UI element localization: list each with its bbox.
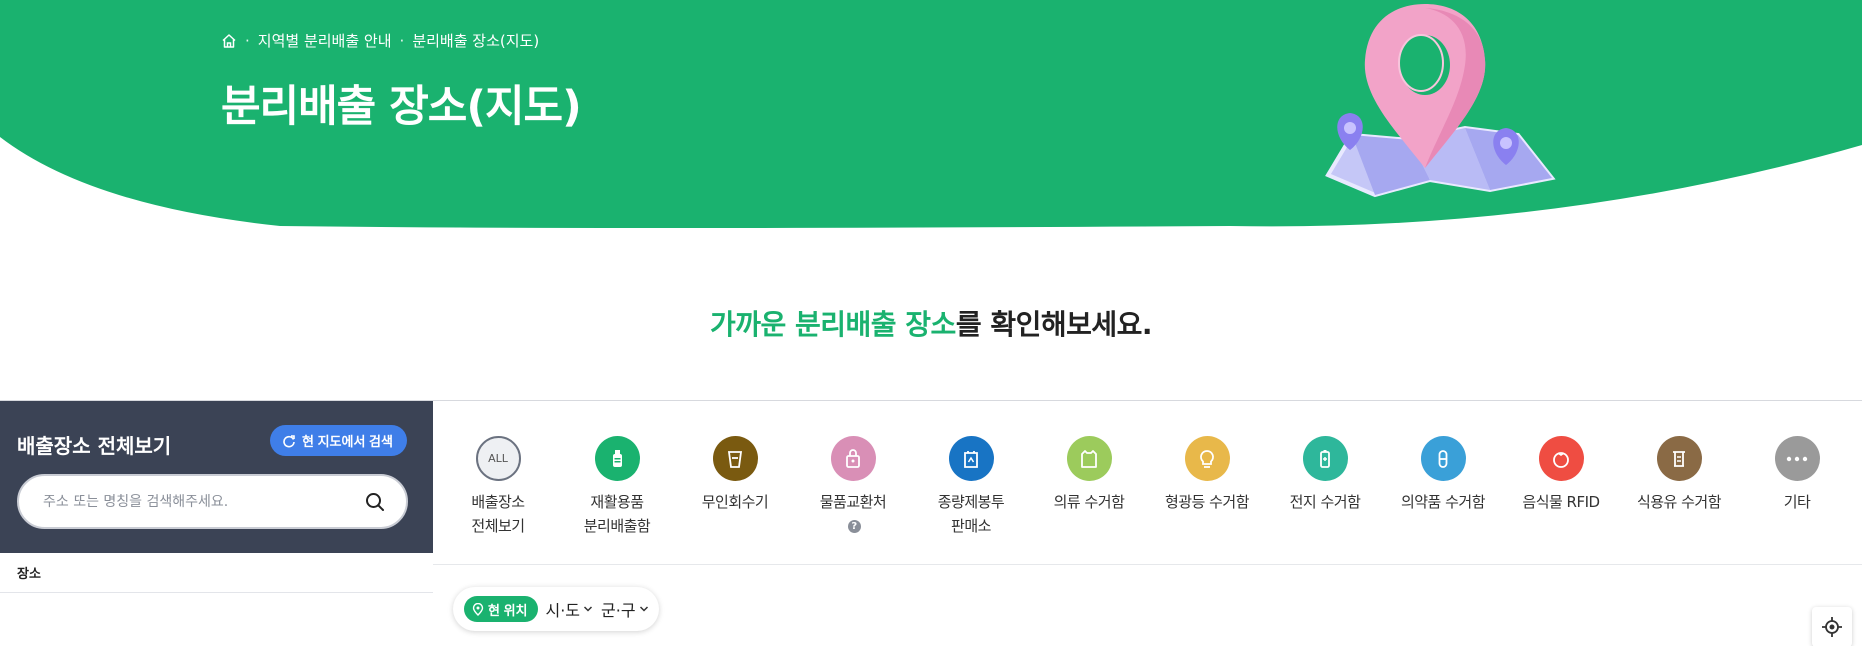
- tomato-icon: [1538, 436, 1584, 481]
- panel-title: 배출장소 전체보기: [17, 434, 172, 458]
- category-label: 전체보기: [471, 517, 525, 535]
- category-label: 음식물 RFID: [1522, 493, 1600, 511]
- chevron-down-icon: [639, 606, 648, 612]
- search-current-map-button[interactable]: 현 지도에서 검색: [270, 425, 407, 456]
- headline-rest: 를 확인해보세요.: [955, 308, 1153, 341]
- category-exchange[interactable]: 물품교환처?: [794, 436, 912, 538]
- refresh-icon: [283, 434, 295, 447]
- crosshair-icon: [1822, 617, 1842, 637]
- battery-icon: [1302, 436, 1348, 481]
- category-label: 식용유 수거함: [1636, 493, 1722, 511]
- category-medicine[interactable]: 의약품 수거함: [1384, 436, 1502, 514]
- category-oil[interactable]: 식용유 수거함: [1620, 436, 1738, 514]
- oil-icon: [1656, 436, 1702, 481]
- pill-icon: [1420, 436, 1466, 481]
- district-select[interactable]: 군·구: [601, 597, 649, 621]
- hero-banner: · 지역별 분리배출 안내 · 분리배출 장소(지도) 분리배출 장소(지도): [0, 0, 1862, 240]
- bag-icon: [830, 436, 876, 481]
- category-etc[interactable]: 기타: [1738, 436, 1856, 514]
- category-label: 의약품 수거함: [1400, 493, 1486, 511]
- category-vending[interactable]: 무인회수기: [676, 436, 794, 514]
- category-label: 형광등 수거함: [1164, 493, 1250, 511]
- shirt-icon: [1066, 436, 1112, 481]
- category-label: 종량제봉투: [937, 493, 1005, 511]
- my-location-button[interactable]: [1812, 607, 1852, 646]
- chevron-down-icon: [584, 606, 593, 612]
- column-header-place: 장소: [0, 553, 433, 593]
- bulb-icon: [1184, 436, 1230, 481]
- district-label: 군·구: [601, 601, 636, 620]
- location-pin-icon: [472, 602, 484, 616]
- breadcrumb-item-current[interactable]: 분리배출 장소(지도): [412, 30, 539, 51]
- recycle-bag-icon: [948, 436, 994, 481]
- more-icon: [1774, 436, 1820, 481]
- category-label: 배출장소: [471, 493, 525, 511]
- divider: [0, 400, 433, 401]
- category-recycle-box[interactable]: 재활용품분리배출함: [558, 436, 676, 538]
- cup-icon: [712, 436, 758, 481]
- category-label: 분리배출함: [583, 517, 651, 535]
- location-filter: 현 위치 시·도 군·구: [453, 587, 659, 631]
- category-label: 물품교환처: [819, 493, 887, 511]
- all-icon: ALL: [475, 436, 521, 481]
- map-pin-illustration: [1325, 4, 1556, 198]
- category-clothes[interactable]: 의류 수거함: [1030, 436, 1148, 514]
- help-icon[interactable]: ?: [847, 520, 861, 533]
- category-food[interactable]: 음식물 RFID: [1502, 436, 1620, 514]
- current-location-label: 현 위치: [488, 602, 528, 618]
- search-current-map-label: 현 지도에서 검색: [302, 434, 393, 449]
- category-label: 의류 수거함: [1053, 493, 1125, 511]
- category-bag-shop[interactable]: 종량제봉투판매소: [912, 436, 1030, 538]
- category-lamp[interactable]: 형광등 수거함: [1148, 436, 1266, 514]
- search-panel: 배출장소 전체보기 현 지도에서 검색: [0, 400, 433, 553]
- headline: 가까운 분리배출 장소를 확인해보세요.: [0, 303, 1862, 343]
- bottle-icon: [594, 436, 640, 481]
- breadcrumb-separator: ·: [399, 31, 405, 50]
- search-icon[interactable]: [364, 491, 386, 513]
- category-filter-bar: ALL 배출장소 전체보기 재활용품 분리배출함 무인회수기 물품교환처? 종량…: [433, 400, 1862, 565]
- category-label: 전지 수거함: [1289, 493, 1361, 511]
- search-input[interactable]: [43, 493, 364, 510]
- home-icon[interactable]: [221, 33, 237, 49]
- page: · 지역별 분리배출 안내 · 분리배출 장소(지도) 분리배출 장소(지도): [0, 0, 1862, 646]
- category-label: 기타: [1783, 493, 1811, 511]
- page-title: 분리배출 장소(지도): [221, 82, 582, 132]
- province-select[interactable]: 시·도: [546, 597, 594, 621]
- location-list-panel: 배출장소 전체보기 현 지도에서 검색 장소: [0, 400, 433, 646]
- search-box: [17, 474, 408, 529]
- category-label: 무인회수기: [701, 493, 769, 511]
- current-location-button[interactable]: 현 위치: [464, 596, 538, 622]
- category-label: 재활용품: [590, 493, 644, 511]
- category-label: 판매소: [951, 517, 991, 535]
- category-battery[interactable]: 전지 수거함: [1266, 436, 1384, 514]
- headline-accent: 가까운 분리배출 장소: [709, 308, 956, 341]
- breadcrumb-item-region[interactable]: 지역별 분리배출 안내: [258, 30, 392, 51]
- breadcrumb-separator: ·: [245, 31, 250, 50]
- category-all[interactable]: ALL 배출장소전체보기: [439, 436, 557, 538]
- breadcrumb: · 지역별 분리배출 안내 · 분리배출 장소(지도): [221, 30, 539, 51]
- province-label: 시·도: [545, 601, 581, 620]
